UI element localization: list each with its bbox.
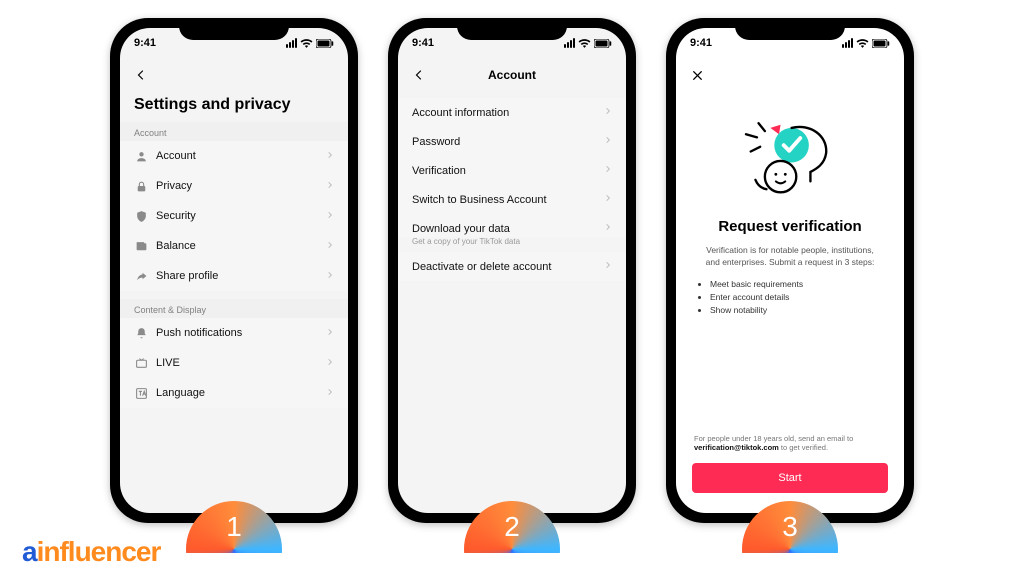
row-verification[interactable]: Verification xyxy=(398,156,626,185)
section-content-label: Content & Display xyxy=(120,299,348,318)
nav-bar xyxy=(120,58,348,92)
chevron-right-icon xyxy=(604,193,612,206)
row-label: Password xyxy=(412,136,460,148)
person-icon xyxy=(134,149,148,163)
wifi-icon xyxy=(578,38,591,48)
row-account-info[interactable]: Account information xyxy=(398,98,626,127)
request-verification-title: Request verification xyxy=(676,210,904,245)
chevron-right-icon xyxy=(604,164,612,177)
start-button[interactable]: Start xyxy=(692,463,888,493)
row-label: Privacy xyxy=(156,180,192,192)
step-number: 3 xyxy=(782,511,798,543)
list-item: Meet basic requirements xyxy=(710,279,870,289)
ainfluencer-logo: ainfluencer xyxy=(22,536,160,568)
notch-icon xyxy=(735,18,845,40)
battery-icon xyxy=(316,39,334,48)
row-share-profile[interactable]: Share profile xyxy=(120,261,348,291)
chevron-right-icon xyxy=(604,260,612,273)
row-label: Deactivate or delete account xyxy=(412,261,551,273)
chevron-right-icon xyxy=(326,180,334,193)
chevron-right-icon xyxy=(604,222,612,235)
step-number: 1 xyxy=(226,511,242,543)
phone-2: 9:41 Account Account information Pass xyxy=(388,18,636,523)
close-button[interactable] xyxy=(686,64,708,86)
lock-icon xyxy=(134,179,148,193)
status-time: 9:41 xyxy=(134,37,156,49)
logo-first-letter: a xyxy=(22,536,37,567)
row-label: Switch to Business Account xyxy=(412,194,547,206)
phone-3: 9:41 xyxy=(666,18,914,523)
chevron-right-icon xyxy=(326,150,334,163)
verification-illustration-icon xyxy=(676,92,904,210)
row-switch-business[interactable]: Switch to Business Account xyxy=(398,185,626,214)
bell-icon xyxy=(134,326,148,340)
row-label: Account information xyxy=(412,107,509,119)
row-account[interactable]: Account xyxy=(120,141,348,171)
nav-bar: Account xyxy=(398,58,626,92)
row-live[interactable]: LIVE xyxy=(120,348,348,378)
list-item: Enter account details xyxy=(710,292,870,302)
signal-icon xyxy=(286,38,297,48)
row-label: Push notifications xyxy=(156,327,242,339)
phone-row: 9:41 Settings and privacy Account Accoun… xyxy=(0,0,1024,523)
chevron-right-icon xyxy=(604,106,612,119)
row-label: Security xyxy=(156,210,196,222)
battery-icon xyxy=(594,39,612,48)
nav-bar xyxy=(676,58,904,92)
wifi-icon xyxy=(856,38,869,48)
row-label: Language xyxy=(156,387,205,399)
chevron-right-icon xyxy=(326,357,334,370)
page-title: Settings and privacy xyxy=(120,92,348,122)
shield-icon xyxy=(134,209,148,223)
phone-1: 9:41 Settings and privacy Account Accoun… xyxy=(110,18,358,523)
row-label: Balance xyxy=(156,240,196,252)
wallet-icon xyxy=(134,239,148,253)
verification-email: verification@tiktok.com xyxy=(694,443,779,452)
row-label: Download your data xyxy=(412,223,510,235)
share-icon xyxy=(134,269,148,283)
row-label: LIVE xyxy=(156,357,180,369)
request-verification-description: Verification is for notable people, inst… xyxy=(676,245,904,279)
section-account-label: Account xyxy=(120,122,348,141)
signal-icon xyxy=(564,38,575,48)
row-balance[interactable]: Balance xyxy=(120,231,348,261)
chevron-right-icon xyxy=(326,240,334,253)
wifi-icon xyxy=(300,38,313,48)
signal-icon xyxy=(842,38,853,48)
row-label: Verification xyxy=(412,165,466,177)
battery-icon xyxy=(872,39,890,48)
step-number: 2 xyxy=(504,511,520,543)
row-label: Share profile xyxy=(156,270,218,282)
notch-icon xyxy=(457,18,567,40)
chevron-right-icon xyxy=(326,327,334,340)
status-time: 9:41 xyxy=(412,37,434,49)
chevron-right-icon xyxy=(326,210,334,223)
verification-steps-list: Meet basic requirements Enter account de… xyxy=(676,279,904,315)
chevron-right-icon xyxy=(326,387,334,400)
chevron-right-icon xyxy=(604,135,612,148)
nav-title: Account xyxy=(398,68,626,82)
row-download-data[interactable]: Download your data xyxy=(398,214,626,237)
under-18-note: For people under 18 years old, send an e… xyxy=(676,434,904,460)
language-icon xyxy=(134,386,148,400)
row-privacy[interactable]: Privacy xyxy=(120,171,348,201)
row-password[interactable]: Password xyxy=(398,127,626,156)
download-subtext: Get a copy of your TikTok data xyxy=(398,237,626,252)
logo-rest: influencer xyxy=(37,536,161,567)
list-item: Show notability xyxy=(710,305,870,315)
row-label: Account xyxy=(156,150,196,162)
row-security[interactable]: Security xyxy=(120,201,348,231)
back-button[interactable] xyxy=(130,64,152,86)
chevron-right-icon xyxy=(326,270,334,283)
status-time: 9:41 xyxy=(690,37,712,49)
notch-icon xyxy=(179,18,289,40)
row-deactivate[interactable]: Deactivate or delete account xyxy=(398,252,626,281)
row-push-notifications[interactable]: Push notifications xyxy=(120,318,348,348)
row-language[interactable]: Language xyxy=(120,378,348,408)
live-icon xyxy=(134,356,148,370)
